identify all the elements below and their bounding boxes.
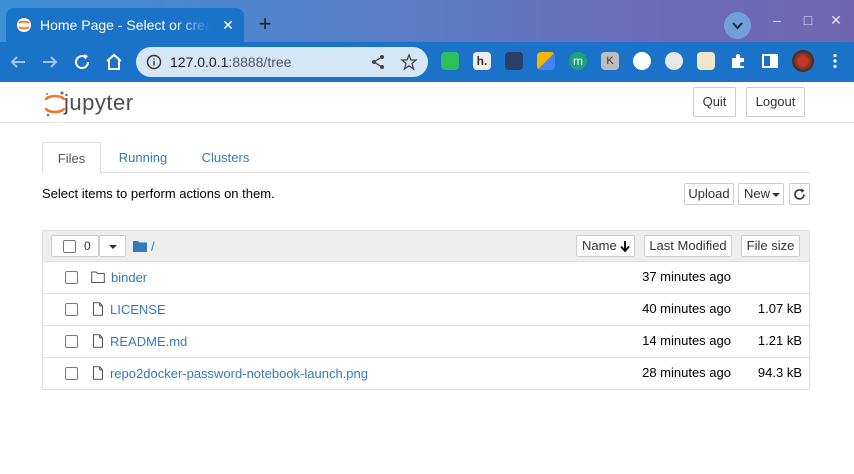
file-list-header: 0 / Name Last Modified File size bbox=[43, 231, 809, 262]
quit-button[interactable]: Quit bbox=[693, 87, 736, 117]
file-modified: 40 minutes ago bbox=[642, 301, 731, 316]
file-list: 0 / Name Last Modified File size binder 3… bbox=[42, 230, 810, 390]
browser-tab-active[interactable]: Home Page - Select or create a notebook … bbox=[6, 8, 244, 42]
m-icon[interactable]: m bbox=[569, 52, 587, 70]
row-checkbox[interactable] bbox=[65, 335, 78, 348]
sort-by-size-button[interactable]: File size bbox=[741, 235, 800, 257]
file-name-link[interactable]: LICENSE bbox=[110, 302, 166, 317]
share-icon[interactable] bbox=[369, 53, 387, 71]
row-checkbox[interactable] bbox=[65, 367, 78, 380]
h-icon[interactable]: h. bbox=[473, 52, 491, 70]
tab-running[interactable]: Running bbox=[108, 142, 178, 173]
caret-down-icon bbox=[109, 245, 117, 249]
k-icon[interactable]: K bbox=[601, 52, 619, 70]
browser-toolbar: 127.0.0.1:8888/tree h. m K bbox=[0, 42, 854, 82]
dark-icon[interactable] bbox=[505, 52, 523, 70]
file-icon bbox=[93, 302, 103, 316]
tab-close-icon[interactable]: ✕ bbox=[220, 17, 236, 33]
file-icon bbox=[93, 334, 103, 348]
file-name-link[interactable]: repo2docker-password-notebook-launch.png bbox=[110, 366, 368, 381]
caret-down-icon bbox=[772, 193, 780, 197]
dashboard-tabs: Files Running Clusters bbox=[42, 142, 810, 174]
jupyter-favicon-icon bbox=[17, 18, 31, 32]
logout-button[interactable]: Logout bbox=[746, 87, 805, 117]
map-pin-icon[interactable] bbox=[537, 52, 555, 70]
url-text[interactable]: 127.0.0.1:8888/tree bbox=[170, 54, 291, 70]
evernote-icon[interactable] bbox=[441, 52, 459, 70]
minimize-button[interactable]: – bbox=[768, 11, 786, 29]
refresh-button[interactable] bbox=[789, 183, 810, 205]
jupyter-logo[interactable]: jupyter bbox=[44, 88, 164, 118]
refresh-icon bbox=[794, 188, 805, 200]
selection-hint: Select items to perform actions on them. bbox=[42, 186, 275, 201]
file-size: 1.07 kB bbox=[757, 301, 802, 316]
file-list-row[interactable]: README.md 14 minutes ago 1.21 kB bbox=[43, 326, 809, 358]
url-host: 127.0.0.1 bbox=[170, 54, 229, 70]
folder-icon bbox=[91, 271, 105, 283]
chevron-down-icon bbox=[732, 22, 743, 30]
row-checkbox[interactable] bbox=[65, 303, 78, 316]
select-all-box[interactable] bbox=[63, 240, 76, 253]
selected-count: 0 bbox=[84, 239, 91, 253]
file-modified: 14 minutes ago bbox=[642, 333, 731, 348]
file-list-row[interactable]: repo2docker-password-notebook-launch.png… bbox=[43, 358, 809, 390]
avatar[interactable] bbox=[792, 50, 814, 72]
breadcrumb-root[interactable]: / bbox=[151, 239, 155, 254]
file-list-row[interactable]: LICENSE 40 minutes ago 1.07 kB bbox=[43, 294, 809, 326]
file-name-link[interactable]: binder bbox=[111, 270, 147, 285]
upload-button[interactable]: Upload bbox=[684, 183, 734, 205]
row-checkbox[interactable] bbox=[65, 271, 78, 284]
url-path: :8888/tree bbox=[228, 54, 292, 70]
puzzle-icon[interactable] bbox=[729, 52, 747, 70]
gear-badge-icon[interactable] bbox=[665, 52, 683, 70]
forward-icon[interactable] bbox=[38, 50, 62, 74]
jupyter-logo-icon bbox=[44, 91, 66, 117]
file-size: 94.3 kB bbox=[757, 365, 802, 380]
close-window-button[interactable]: ✕ bbox=[827, 11, 845, 29]
sort-by-name-button[interactable]: Name bbox=[576, 235, 635, 257]
arrow-down-icon bbox=[620, 241, 630, 252]
tab-files[interactable]: Files bbox=[42, 142, 101, 174]
file-list-row[interactable]: binder 37 minutes ago bbox=[43, 262, 809, 294]
clipboard-icon[interactable] bbox=[697, 52, 715, 70]
browser-tabbar: Home Page - Select or create a notebook … bbox=[0, 0, 854, 42]
new-dropdown-button[interactable]: New bbox=[738, 183, 784, 205]
file-modified: 37 minutes ago bbox=[642, 269, 731, 284]
file-icon bbox=[93, 366, 103, 380]
sort-by-modified-button[interactable]: Last Modified bbox=[644, 235, 732, 257]
reload-icon[interactable] bbox=[70, 50, 94, 74]
file-modified: 28 minutes ago bbox=[642, 365, 731, 380]
info-icon[interactable] bbox=[146, 54, 162, 70]
jupyter-logo-text: jupyter bbox=[64, 90, 134, 115]
kebab-menu-icon[interactable] bbox=[826, 52, 844, 70]
address-bar[interactable]: 127.0.0.1:8888/tree bbox=[136, 47, 428, 77]
file-name-link[interactable]: README.md bbox=[110, 334, 187, 349]
folder-icon[interactable] bbox=[133, 240, 147, 252]
lock-badge-icon[interactable] bbox=[633, 52, 651, 70]
bookmark-star-icon[interactable] bbox=[400, 53, 418, 71]
maximize-button[interactable]: □ bbox=[799, 11, 817, 29]
sidebar-icon[interactable] bbox=[761, 52, 779, 70]
jupyter-header: jupyter Quit Logout bbox=[0, 82, 854, 123]
select-all-checkbox[interactable]: 0 bbox=[51, 235, 99, 257]
tab-search-button[interactable] bbox=[724, 12, 751, 39]
select-dropdown-button[interactable] bbox=[99, 235, 126, 257]
new-tab-button[interactable]: + bbox=[252, 12, 278, 38]
file-size: 1.21 kB bbox=[757, 333, 802, 348]
back-icon[interactable] bbox=[6, 50, 30, 74]
name-sort-label: Name bbox=[582, 238, 617, 253]
new-label: New bbox=[744, 186, 771, 201]
tab-clusters[interactable]: Clusters bbox=[192, 142, 259, 173]
tab-title: Home Page - Select or create a notebook bbox=[40, 17, 210, 33]
home-icon[interactable] bbox=[102, 50, 126, 74]
